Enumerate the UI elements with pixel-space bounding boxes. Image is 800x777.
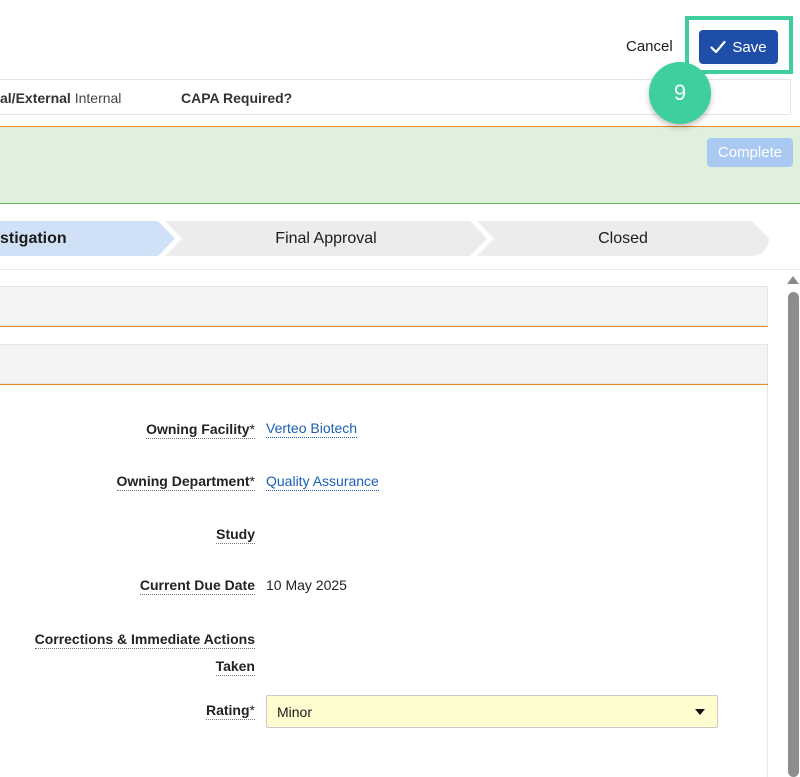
rating-select[interactable]: Minor — [266, 695, 718, 728]
details-section-header[interactable] — [0, 344, 768, 384]
stage-investigation[interactable]: stigation — [0, 221, 175, 256]
workflow-stage-bar: stigation Final Approval Closed — [0, 221, 770, 256]
stage-label: Final Approval — [275, 229, 377, 247]
divider — [0, 269, 800, 270]
stage-closed[interactable]: Closed — [477, 221, 769, 256]
scroll-up-arrow-icon[interactable] — [787, 276, 799, 284]
owning-department-link[interactable]: Quality Assurance — [266, 473, 379, 491]
owning-facility-link[interactable]: Verteo Biotech — [266, 420, 358, 438]
owning-department-label: Owning Department* — [116, 473, 255, 491]
stage-label: stigation — [0, 229, 67, 247]
stage-label: Closed — [598, 229, 648, 247]
current-due-date-label: Current Due Date — [139, 577, 255, 595]
collapsed-section-header[interactable] — [0, 286, 768, 326]
workflow-action-panel — [0, 127, 800, 204]
internal-external-label: al/External — [0, 90, 71, 106]
section-rule — [0, 326, 768, 327]
tutorial-step-badge: 9 — [649, 62, 711, 124]
internal-external-value: Internal — [74, 90, 122, 106]
scrollbar-thumb[interactable] — [788, 292, 799, 777]
study-label: Study — [216, 526, 255, 544]
internal-external-field: al/External Internal — [0, 90, 121, 106]
current-due-date-value: 10 May 2025 — [266, 577, 347, 593]
stage-final-approval[interactable]: Final Approval — [165, 221, 487, 256]
cancel-button[interactable]: Cancel — [626, 38, 673, 55]
complete-button[interactable]: Complete — [707, 138, 793, 167]
rating-label: Rating* — [205, 702, 255, 720]
capa-required-label: CAPA Required? — [181, 90, 293, 106]
corrections-label: Corrections & Immediate Actions Taken — [34, 631, 255, 676]
rating-selected-value: Minor — [277, 703, 313, 720]
chevron-down-icon — [695, 709, 705, 715]
owning-facility-label: Owning Facility* — [146, 421, 255, 439]
tutorial-highlight-frame — [685, 16, 793, 74]
